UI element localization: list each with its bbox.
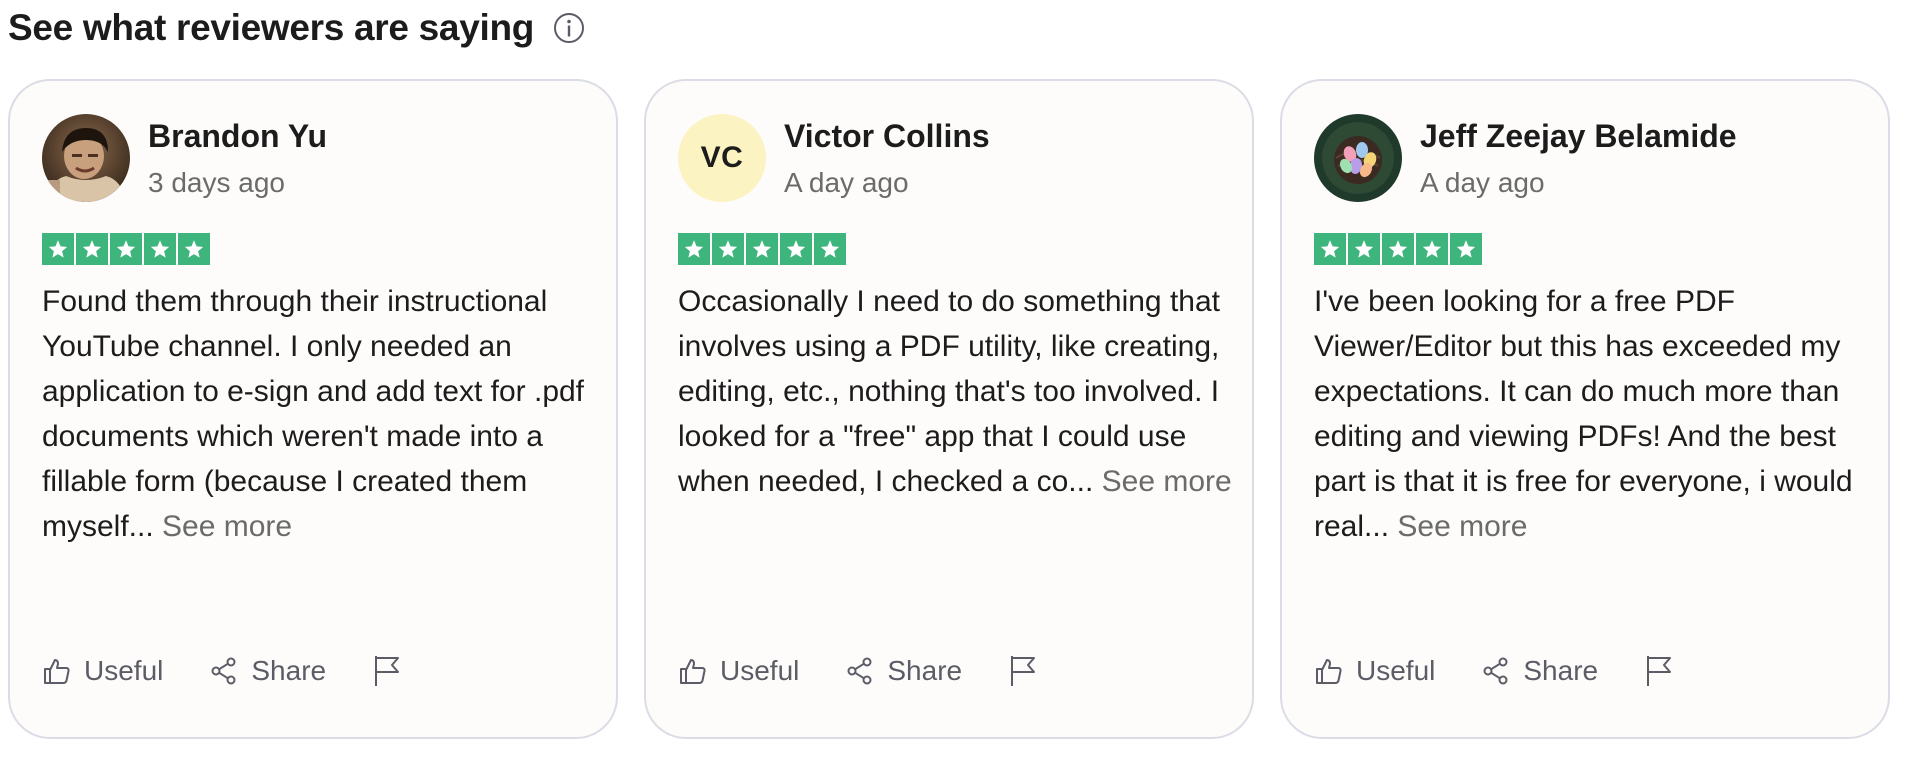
reviewer-header: VC Victor Collins A day ago	[678, 113, 1220, 203]
reviewer-name[interactable]: Victor Collins	[784, 118, 990, 155]
easter-eggs-nest-icon	[1314, 114, 1402, 202]
star-icon	[814, 233, 846, 265]
report-flag-button[interactable]	[1008, 654, 1038, 688]
section-title: See what reviewers are saying	[8, 7, 535, 48]
star-icon	[144, 233, 176, 265]
review-card: VC Victor Collins A day ago Occasionally…	[644, 79, 1254, 739]
star-icon	[1382, 233, 1414, 265]
see-more-link[interactable]: See more	[1102, 465, 1232, 498]
reviewer-info: Brandon Yu 3 days ago	[148, 118, 327, 199]
reviewer-name[interactable]: Brandon Yu	[148, 118, 327, 155]
see-more-link[interactable]: See more	[1397, 510, 1527, 543]
review-actions: Useful Share	[42, 651, 402, 691]
star-icon	[42, 233, 74, 265]
review-text: Occasionally I need to do something that…	[678, 279, 1238, 504]
star-rating	[1314, 233, 1856, 265]
review-actions: Useful Share	[1314, 651, 1674, 691]
star-rating	[42, 233, 584, 265]
flag-icon	[1011, 656, 1036, 686]
star-icon	[1348, 233, 1380, 265]
reviewer-avatar[interactable]	[1314, 114, 1402, 202]
share-label: Share	[251, 655, 327, 686]
reviewer-header: Jeff Zeejay Belamide A day ago	[1314, 113, 1856, 203]
star-rating	[678, 233, 1220, 265]
review-cards: Brandon Yu 3 days ago Found them through…	[8, 79, 1890, 739]
useful-button[interactable]: Useful	[1314, 655, 1435, 687]
useful-label: Useful	[1356, 655, 1436, 686]
photo-avatar-icon	[42, 114, 130, 202]
thumbs-up-icon	[680, 659, 706, 684]
share-icon	[847, 657, 872, 685]
star-icon	[110, 233, 142, 265]
share-icon	[1483, 657, 1508, 685]
star-icon	[1416, 233, 1448, 265]
useful-button[interactable]: Useful	[42, 655, 163, 687]
share-label: Share	[887, 655, 963, 686]
review-actions: Useful Share	[678, 651, 1038, 691]
info-icon[interactable]	[552, 11, 586, 45]
review-date: 3 days ago	[148, 166, 285, 198]
reviews-header: See what reviewers are saying	[8, 0, 586, 56]
share-button[interactable]: Share	[1481, 655, 1598, 687]
reviewer-avatar[interactable]	[42, 114, 130, 202]
star-icon	[76, 233, 108, 265]
reviewer-name[interactable]: Jeff Zeejay Belamide	[1420, 118, 1737, 155]
flag-icon	[375, 656, 400, 686]
useful-button[interactable]: Useful	[678, 655, 799, 687]
reviewer-avatar[interactable]: VC	[678, 114, 766, 202]
star-icon	[746, 233, 778, 265]
star-icon	[678, 233, 710, 265]
useful-label: Useful	[720, 655, 800, 686]
star-icon	[780, 233, 812, 265]
thumbs-up-icon	[1316, 659, 1342, 684]
share-button[interactable]: Share	[845, 655, 962, 687]
reviewer-header: Brandon Yu 3 days ago	[42, 113, 584, 203]
star-icon	[1450, 233, 1482, 265]
reviewer-info: Victor Collins A day ago	[784, 118, 990, 199]
review-card: Brandon Yu 3 days ago Found them through…	[8, 79, 618, 739]
share-icon	[211, 657, 236, 685]
star-icon	[178, 233, 210, 265]
star-icon	[1314, 233, 1346, 265]
star-icon	[712, 233, 744, 265]
review-body: I've been looking for a free PDF Viewer/…	[1314, 285, 1853, 543]
share-button[interactable]: Share	[209, 655, 326, 687]
flag-icon	[1647, 656, 1672, 686]
review-date: A day ago	[1420, 166, 1545, 198]
thumbs-up-icon	[44, 659, 70, 684]
share-label: Share	[1523, 655, 1599, 686]
review-body: Found them through their instructional Y…	[42, 285, 585, 543]
review-date: A day ago	[784, 166, 909, 198]
review-text: Found them through their instructional Y…	[42, 279, 602, 549]
reviewer-info: Jeff Zeejay Belamide A day ago	[1420, 118, 1737, 199]
review-text: I've been looking for a free PDF Viewer/…	[1314, 279, 1874, 549]
see-more-link[interactable]: See more	[162, 510, 292, 543]
review-card: Jeff Zeejay Belamide A day ago I've been…	[1280, 79, 1890, 739]
useful-label: Useful	[84, 655, 164, 686]
report-flag-button[interactable]	[372, 654, 402, 688]
report-flag-button[interactable]	[1644, 654, 1674, 688]
